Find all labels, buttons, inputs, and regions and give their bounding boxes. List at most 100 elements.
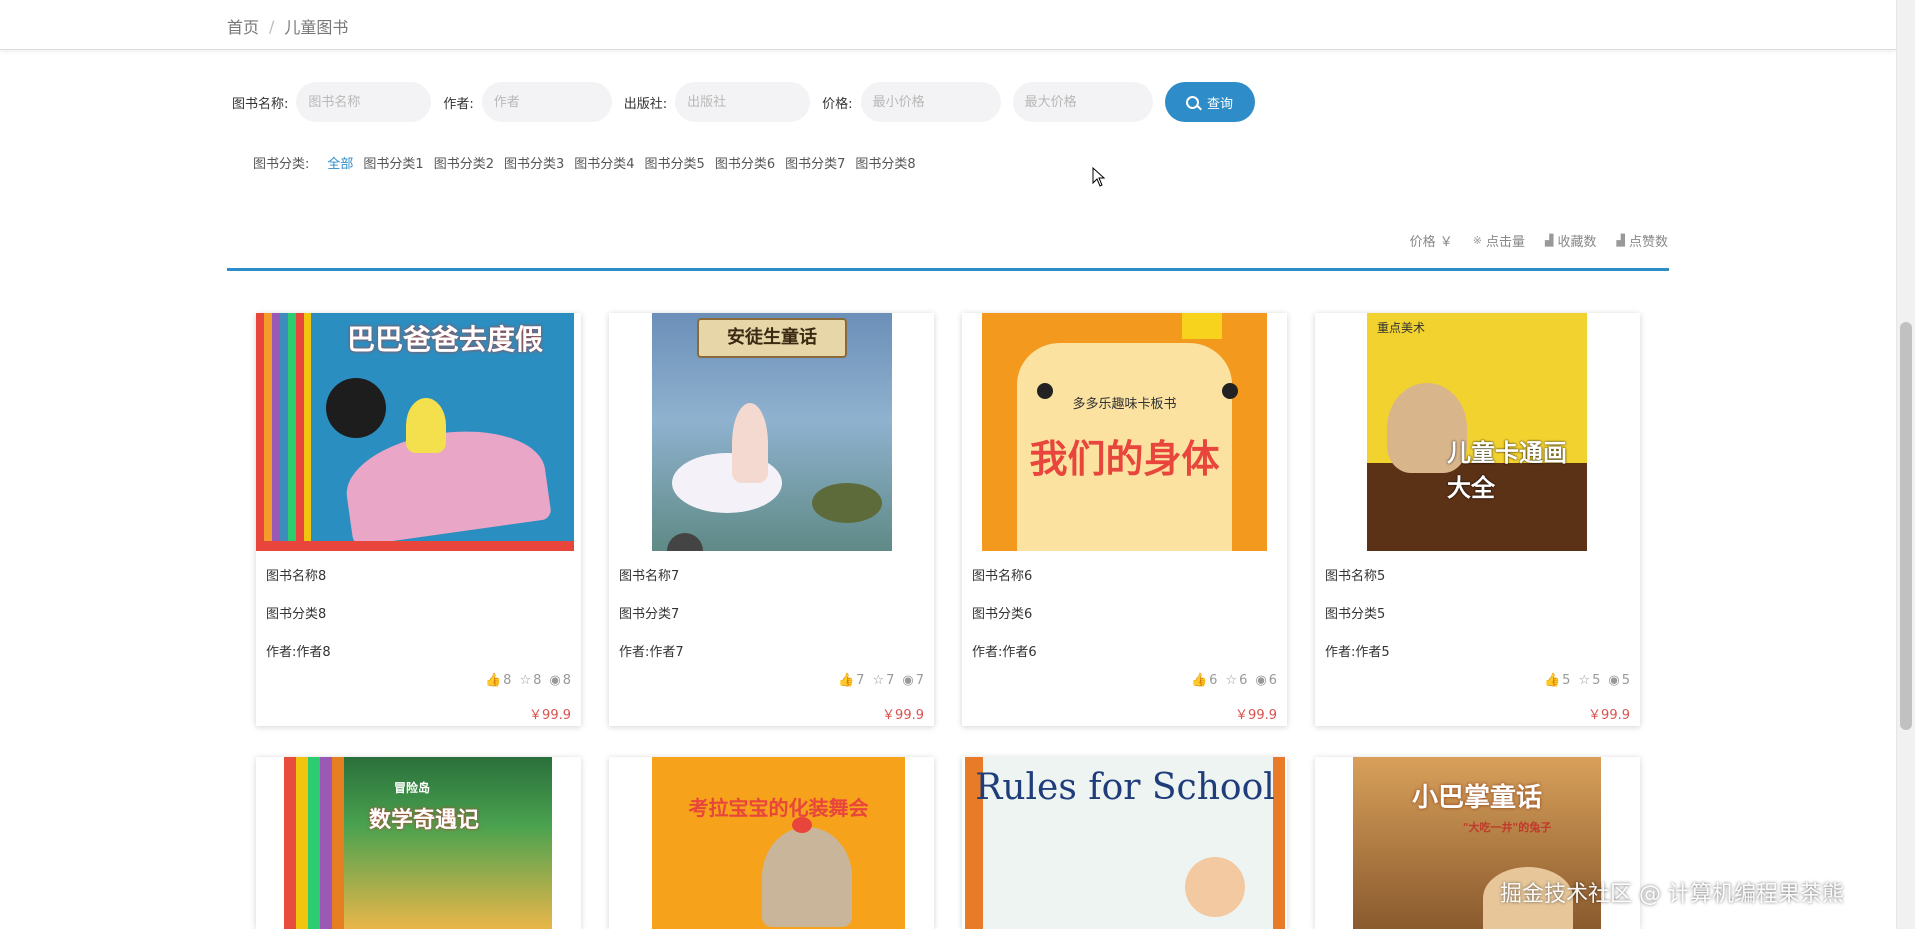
search-button[interactable]: 查询 [1164,82,1255,122]
favorites-stat: ☆ 6 [1225,673,1247,688]
publisher-label: 出版社: [623,96,668,112]
eye-icon: ◉ [1608,673,1620,688]
cover-subtitle: 冒险岛 [394,781,431,795]
book-name: 图书名称6 [972,569,1033,584]
book-author: 作者:作者5 [1325,645,1390,660]
book-cover: Rules for School [965,757,1285,929]
book-stats: 👍 5 ☆ 5 ◉ 5 [1544,673,1630,688]
book-price: ￥99.9 [1235,708,1277,723]
book-card[interactable]: 冒险岛 数学奇遇记 [256,757,581,929]
book-card[interactable]: 巴巴爸爸去度假 图书名称8 图书分类8 作者:作者8 👍 8 ☆ 8 ◉ 8 ￥99.… [256,313,581,726]
book-card[interactable]: Rules for School [962,757,1287,929]
sort-favorites[interactable]: ▟ 收藏数 [1545,231,1596,250]
sort-clicks[interactable]: ※ 点击量 [1473,231,1525,250]
book-stats: 👍 8 ☆ 8 ◉ 8 [485,673,571,688]
likes-stat: 👍 7 [838,673,864,688]
views-count: 7 [915,673,924,688]
chart-icon: ▟ [1545,234,1554,247]
star-icon: ☆ [519,673,532,688]
book-author: 作者:作者7 [619,645,684,660]
eye-icon: ◉ [1255,673,1267,688]
favorites-stat: ☆ 8 [519,673,541,688]
book-card[interactable]: 重点美术 儿童卡通画大全 图书名称5 图书分类5 作者:作者5 👍 5 ☆ 5 ◉ 5… [1315,313,1640,726]
views-count: 5 [1621,673,1630,688]
eye-icon: ◉ [549,673,561,688]
price-label: 价格: [822,96,853,112]
sort-likes-label: 点赞数 [1628,235,1668,250]
sort-clicks-label: 点击量 [1486,235,1526,250]
category-1[interactable]: 图书分类1 [363,153,423,172]
watermark: 掘金技术社区 @ 计算机编程果茶熊 [1500,882,1844,907]
top-bar: 首页 / 儿童图书 [0,0,1896,50]
book-card[interactable]: 安徒生童话 图书名称7 图书分类7 作者:作者7 👍 7 ☆ 7 ◉ 7 ￥99.9 [609,313,934,726]
scrollbar[interactable] [1896,0,1915,929]
book-category: 图书分类7 [619,607,680,622]
author-label: 作者: [443,96,474,112]
star-icon: ☆ [872,673,885,688]
thumbs-up-icon: 👍 [1190,673,1208,688]
divider [227,268,1669,271]
mouse-cursor-icon [1092,167,1106,187]
cover-title: 我们的身体 [1029,437,1220,481]
likes-stat: 👍 8 [485,673,511,688]
book-card[interactable]: 考拉宝宝的化装舞会 [609,757,934,929]
breadcrumb-home-link[interactable]: 首页 [227,14,259,38]
thumbs-up-icon: 👍 [1543,673,1561,688]
breadcrumb: 首页 / 儿童图书 [227,14,348,38]
cover-title: 考拉宝宝的化装舞会 [688,796,869,820]
category-6[interactable]: 图书分类6 [715,153,775,172]
favorites-count: 7 [886,673,895,688]
search-button-label: 查询 [1207,96,1234,112]
book-name: 图书名称8 [266,569,327,584]
book-category: 图书分类8 [266,607,327,622]
publisher-input[interactable] [675,82,811,122]
min-price-input[interactable] [860,82,1001,122]
sort-bar: 价格 ￥ ※ 点击量 ▟ 收藏数 ▟ 点赞数 [1410,231,1668,250]
category-2[interactable]: 图书分类2 [434,153,494,172]
likes-count: 7 [856,673,865,688]
category-4[interactable]: 图书分类4 [574,153,634,172]
likes-count: 6 [1209,673,1218,688]
cover-title: 数学奇遇记 [369,808,480,833]
favorites-count: 8 [533,673,542,688]
clicks-icon: ※ [1472,234,1483,247]
book-cover: 巴巴爸爸去度假 [256,313,574,551]
likes-count: 5 [1562,673,1571,688]
book-category: 图书分类6 [972,607,1033,622]
views-count: 8 [562,673,571,688]
category-3[interactable]: 图书分类3 [504,153,564,172]
chart-icon: ▟ [1616,234,1625,247]
book-name-label: 图书名称: [232,96,289,112]
book-stats: 👍 6 ☆ 6 ◉ 6 [1191,673,1277,688]
book-category: 图书分类5 [1325,607,1386,622]
views-count: 6 [1268,673,1277,688]
favorites-count: 5 [1592,673,1601,688]
book-name-input[interactable] [296,82,432,122]
cover-title: 儿童卡通画大全 [1447,439,1567,502]
book-cover: 重点美术 儿童卡通画大全 [1367,313,1587,551]
cover-subtitle: 多多乐趣味卡板书 [1072,397,1177,412]
category-8[interactable]: 图书分类8 [855,153,915,172]
views-stat: ◉ 6 [1255,673,1277,688]
search-bar: 图书名称: 作者: 出版社: 价格: 查询 [232,82,1255,122]
sort-likes[interactable]: ▟ 点赞数 [1617,231,1668,250]
category-5[interactable]: 图书分类5 [645,153,705,172]
breadcrumb-separator: / [269,16,275,36]
book-card[interactable]: 多多乐趣味卡板书 我们的身体 图书名称6 图书分类6 作者:作者6 👍 6 ☆ 6 … [962,313,1287,726]
cover-subtitle: 重点美术 [1377,321,1426,335]
cover-title: 小巴掌童话 [1411,783,1542,813]
book-cover: 冒险岛 数学奇遇记 [284,757,552,929]
max-price-input[interactable] [1012,82,1153,122]
category-all[interactable]: 全部 [327,153,353,172]
search-icon [1186,95,1200,109]
book-author: 作者:作者6 [972,645,1037,660]
sort-price[interactable]: 价格 ￥ [1410,231,1453,250]
views-stat: ◉ 8 [549,673,571,688]
category-7[interactable]: 图书分类7 [785,153,845,172]
author-input[interactable] [481,82,612,122]
scrollbar-thumb[interactable] [1900,322,1912,730]
likes-stat: 👍 6 [1191,673,1217,688]
book-name: 图书名称5 [1325,569,1386,584]
star-icon: ☆ [1225,673,1238,688]
book-stats: 👍 7 ☆ 7 ◉ 7 [838,673,924,688]
